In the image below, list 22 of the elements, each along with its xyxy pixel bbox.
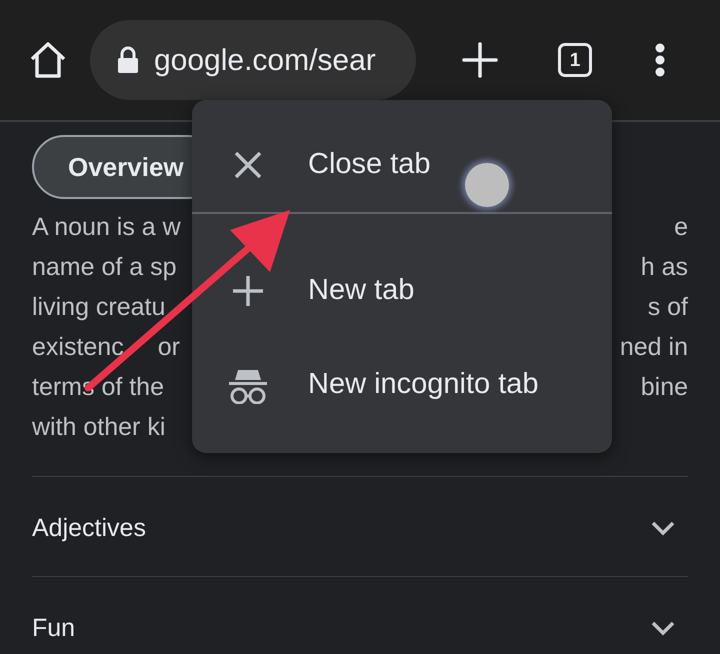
- paragraph-text: or: [158, 332, 180, 364]
- url-text: google.com/sear: [154, 42, 376, 78]
- accordion-header[interactable]: Fun: [32, 576, 688, 652]
- new-tab-icon[interactable]: [462, 42, 498, 78]
- paragraph-text: e: [674, 212, 688, 244]
- paragraph-text: A noun is a w: [32, 212, 181, 244]
- home-icon[interactable]: [28, 40, 68, 80]
- paragraph-text: with other ki: [32, 412, 166, 444]
- paragraph-text: bine: [640, 372, 688, 404]
- paragraph-text: existenc: [32, 332, 124, 364]
- menu-item[interactable]: New tab: [192, 244, 612, 338]
- paragraph-text: living creatu: [32, 292, 166, 324]
- paragraph-text: ned in: [620, 332, 688, 364]
- paragraph-text: s of: [648, 292, 688, 324]
- lock-icon: [116, 45, 140, 75]
- paragraph-text: name of a sp: [32, 252, 177, 284]
- menu-icon[interactable]: [654, 43, 666, 77]
- paragraph-text: h as: [640, 252, 688, 284]
- address-bar[interactable]: google.com/sear: [90, 20, 416, 100]
- accordion-header[interactable]: Adjectives: [32, 476, 688, 576]
- tab-count-button[interactable]: 1: [558, 43, 592, 77]
- menu-item[interactable]: New incognito tab: [192, 338, 612, 432]
